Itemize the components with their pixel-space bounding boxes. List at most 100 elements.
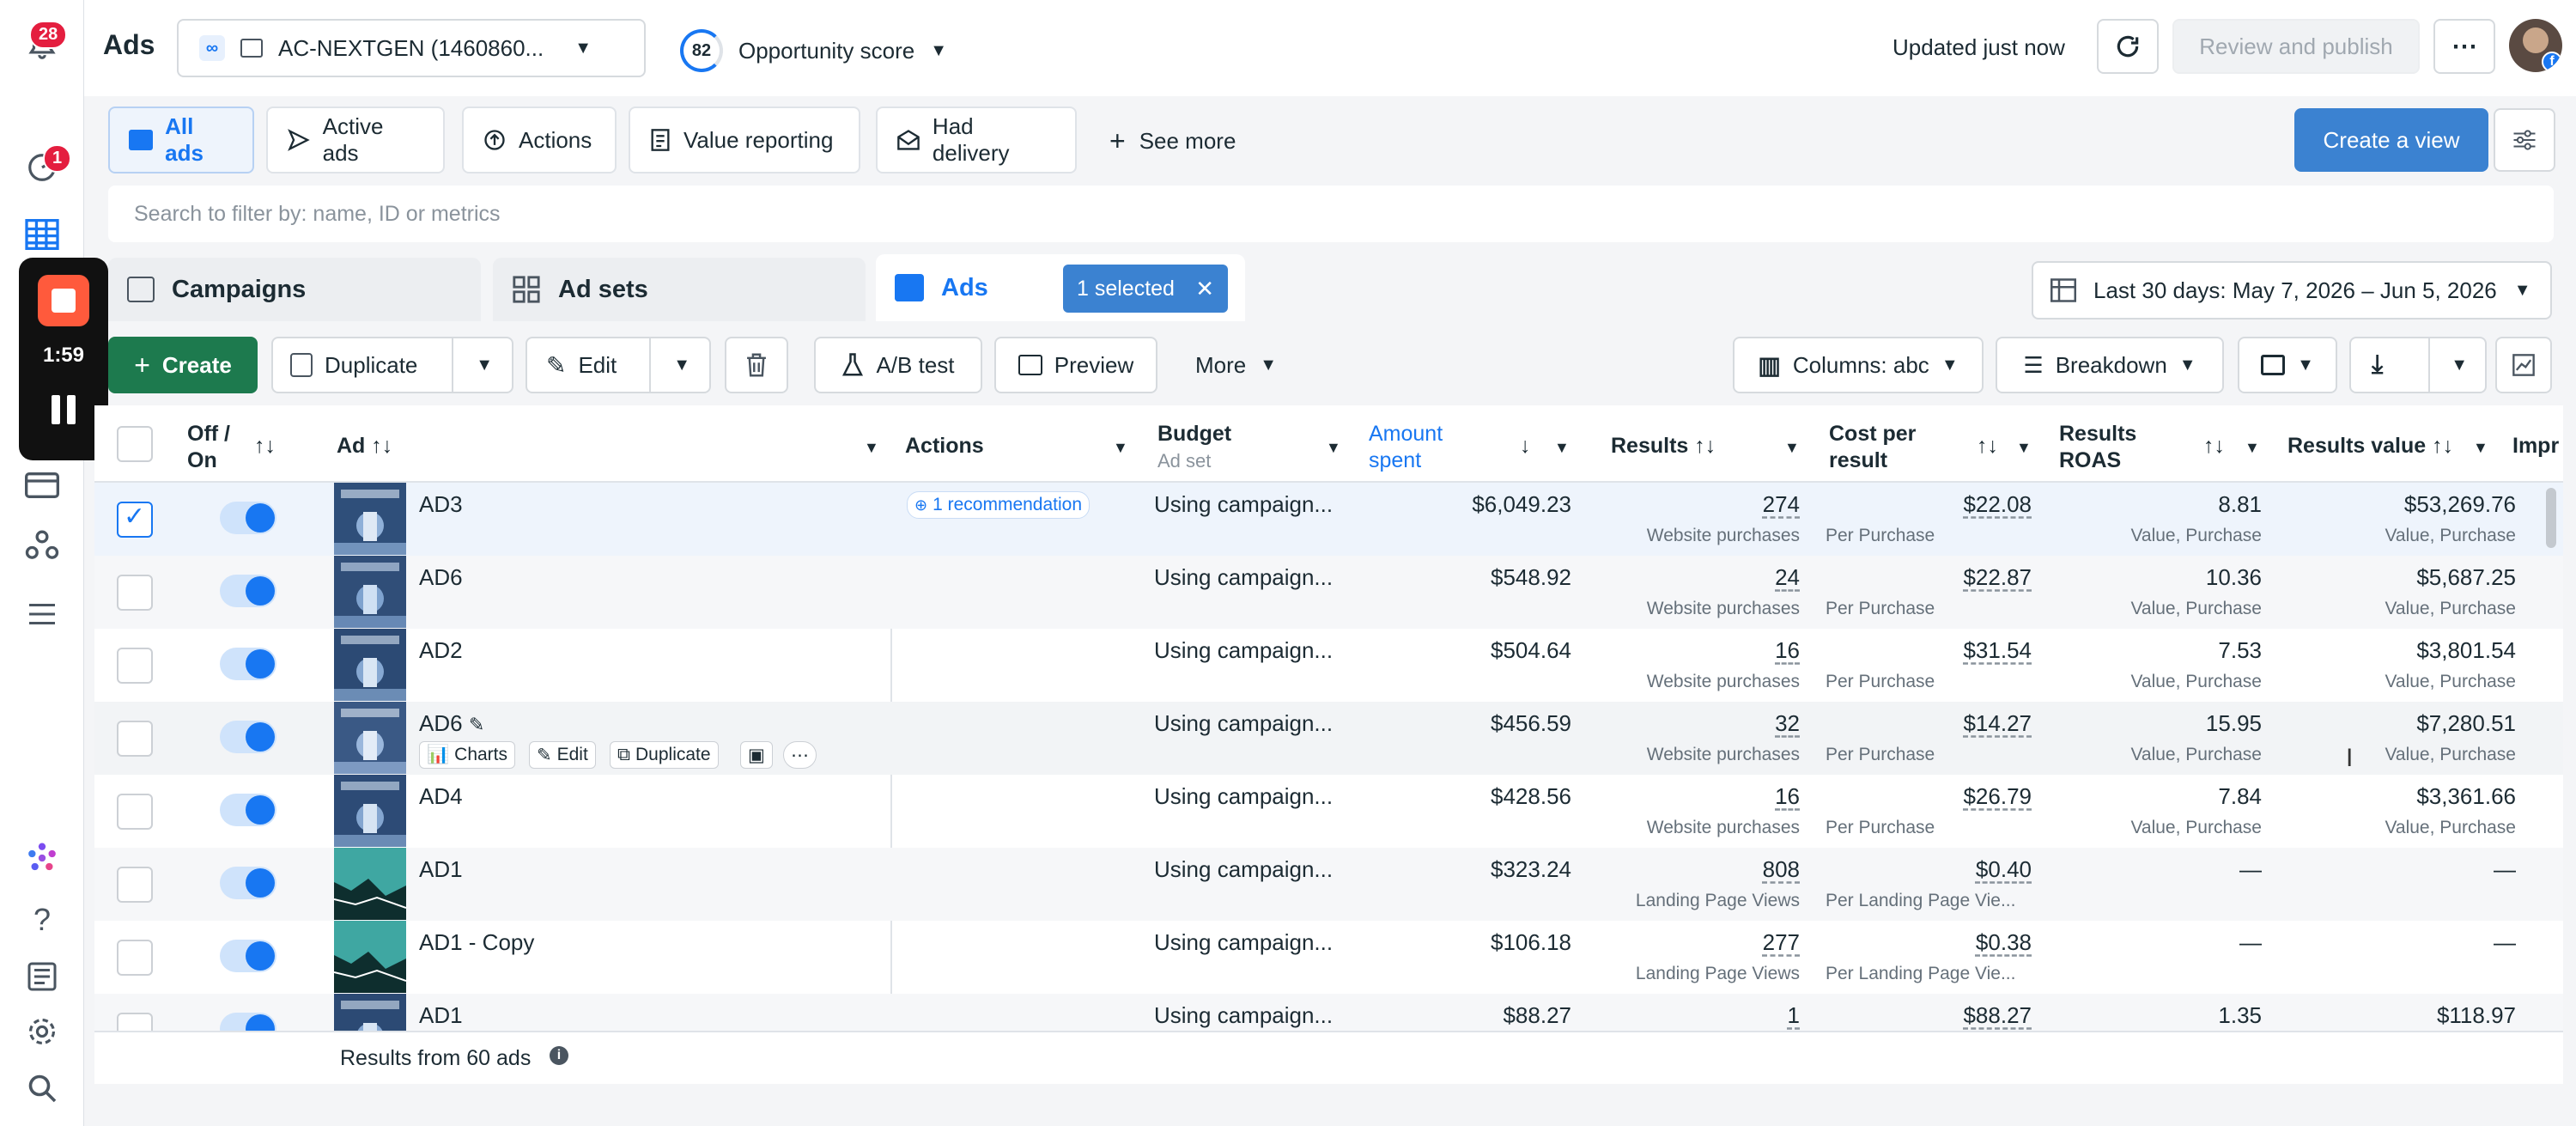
avatar[interactable]: f — [2509, 19, 2562, 72]
stop-recording-button[interactable] — [38, 275, 89, 326]
sort-descending-icon[interactable]: ↓ — [1520, 433, 1531, 460]
row-checkbox[interactable] — [117, 940, 153, 976]
cost-per-result-cell[interactable]: $31.54 — [1846, 637, 2032, 664]
chevron-down-icon[interactable]: ▼ — [1784, 435, 1800, 461]
pause-recording-button[interactable] — [52, 395, 76, 424]
column-header-budget[interactable]: Budget Ad set — [1157, 421, 1231, 474]
results-cell[interactable]: 277 — [1623, 929, 1800, 956]
ad-name[interactable]: AD1 - Copy — [419, 929, 534, 956]
reports-button[interactable]: ▼ — [2238, 337, 2337, 393]
billing-card-icon[interactable] — [22, 466, 62, 505]
column-header-impressions[interactable]: Impr — [2512, 433, 2559, 460]
column-header-results-value[interactable]: Results value ↑↓ — [2287, 433, 2453, 460]
chevron-down-icon[interactable]: ▼ — [2016, 435, 2032, 461]
ad-name[interactable]: AD3 — [419, 491, 463, 518]
tab-ad-sets[interactable]: Ad sets — [493, 258, 866, 321]
ad-on-off-toggle[interactable] — [220, 721, 276, 753]
tab-campaigns[interactable]: Campaigns — [108, 258, 481, 321]
view-tab-value-reporting[interactable]: Value reporting — [629, 107, 860, 173]
refresh-button[interactable] — [2097, 19, 2159, 74]
edit-name-pencil-icon[interactable]: ✎ — [469, 714, 484, 735]
more-button[interactable]: More ▼ — [1195, 352, 1277, 379]
row-checkbox[interactable] — [117, 575, 153, 611]
results-cell[interactable]: 32 — [1623, 710, 1800, 737]
row-checkbox[interactable] — [117, 794, 153, 830]
row-duplicate-button[interactable]: ⧉ Duplicate — [610, 741, 719, 769]
column-header-results[interactable]: Results ↑↓ — [1611, 433, 1716, 460]
create-view-button[interactable]: Create a view — [2294, 108, 2488, 172]
column-header-cost-per-result[interactable]: Cost per result — [1829, 421, 1916, 474]
ad-name[interactable]: AD1 — [419, 856, 463, 883]
cost-per-result-cell[interactable]: $88.27 — [1846, 1002, 2032, 1029]
chevron-down-icon[interactable]: ▼ — [1554, 435, 1570, 461]
ad-name[interactable]: AD4 — [419, 783, 463, 810]
ad-name[interactable]: AD6 ✎ — [419, 710, 484, 737]
view-tab-had-delivery[interactable]: Had delivery — [876, 107, 1077, 173]
row-edit-button[interactable]: ✎ Edit — [529, 741, 596, 769]
date-range-picker[interactable]: Last 30 days: May 7, 2026 – Jun 5, 2026 … — [2032, 261, 2552, 320]
ad-thumbnail[interactable] — [334, 848, 406, 920]
ad-thumbnail[interactable] — [334, 629, 406, 701]
table-row[interactable]: AD4 Using campaign... $428.56 16 Website… — [94, 775, 2563, 848]
row-checkbox[interactable] — [117, 867, 153, 903]
ads-manager-table-icon[interactable] — [22, 215, 62, 254]
results-cell[interactable]: 1 — [1623, 1002, 1800, 1029]
row-preview-button[interactable]: ▣ — [740, 741, 773, 769]
column-header-off-on[interactable]: Off / On — [187, 421, 230, 474]
duplicate-dropdown-chevron-icon[interactable]: ▼ — [452, 338, 493, 392]
breakdown-selector[interactable]: ☰ Breakdown ▼ — [1996, 337, 2224, 393]
delete-button[interactable] — [725, 337, 788, 393]
recommendation-chip[interactable]: ⊕ 1 recommendation — [907, 491, 1091, 519]
opportunity-score[interactable]: 82 Opportunity score ▼ — [680, 29, 947, 72]
table-row[interactable]: AD2 Using campaign... $504.64 16 Website… — [94, 629, 2563, 702]
cost-per-result-cell[interactable]: $0.38 — [1846, 929, 2032, 956]
select-all-checkbox[interactable] — [117, 426, 153, 462]
table-row[interactable]: AD1 - Copy Using campaign... $106.18 277… — [94, 921, 2563, 994]
chevron-down-icon[interactable]: ▼ — [2473, 435, 2488, 461]
row-checkbox[interactable] — [117, 648, 153, 684]
table-row[interactable]: AD1 Using campaign... $323.24 808 Landin… — [94, 848, 2563, 921]
edit-dropdown-chevron-icon[interactable]: ▼ — [649, 338, 690, 392]
vertical-scrollbar[interactable] — [2546, 488, 2556, 548]
cost-per-result-cell[interactable]: $26.79 — [1846, 783, 2032, 810]
ad-on-off-toggle[interactable] — [220, 867, 276, 899]
row-checkbox[interactable] — [117, 721, 153, 757]
ad-on-off-toggle[interactable] — [220, 575, 276, 607]
see-more-button[interactable]: + See more — [1109, 125, 1236, 157]
results-cell[interactable]: 16 — [1623, 637, 1800, 664]
view-tab-active-ads[interactable]: Active ads — [266, 107, 445, 173]
menu-icon[interactable] — [22, 594, 62, 634]
cost-per-result-cell[interactable]: $14.27 — [1846, 710, 2032, 737]
ad-thumbnail[interactable] — [334, 483, 406, 555]
ad-on-off-toggle[interactable] — [220, 940, 276, 972]
audiences-icon[interactable] — [22, 526, 62, 565]
ad-thumbnail[interactable] — [334, 775, 406, 847]
charts-toggle-button[interactable] — [2495, 337, 2552, 393]
ab-test-button[interactable]: A/B test — [814, 337, 982, 393]
ad-name[interactable]: AD6 — [419, 564, 463, 591]
ad-on-off-toggle[interactable] — [220, 648, 276, 680]
clear-selection-close-icon[interactable]: ✕ — [1195, 276, 1214, 302]
chevron-down-icon[interactable]: ▼ — [1113, 435, 1128, 461]
selected-count-chip[interactable]: 1 selected ✕ — [1063, 265, 1228, 313]
help-icon[interactable]: ? — [22, 900, 62, 940]
chevron-down-icon[interactable]: ▼ — [2245, 435, 2260, 461]
export-dropdown-chevron-icon[interactable]: ▼ — [2428, 338, 2468, 392]
row-more-button[interactable]: ⋯ — [783, 741, 817, 769]
more-options-button[interactable]: ⋯ — [2433, 19, 2495, 74]
column-header-ad[interactable]: Ad ↑↓ — [337, 433, 392, 460]
chevron-down-icon[interactable]: ▼ — [1326, 435, 1341, 461]
row-charts-button[interactable]: 📊 Charts — [419, 741, 516, 769]
ad-name[interactable]: AD1 — [419, 1002, 463, 1029]
create-button[interactable]: + Create — [108, 337, 258, 393]
results-cell[interactable]: 24 — [1623, 564, 1800, 591]
duplicate-button[interactable]: Duplicate ▼ — [271, 337, 513, 393]
cost-per-result-cell[interactable]: $22.08 — [1846, 491, 2032, 518]
row-checkbox[interactable]: ✓ — [117, 502, 153, 538]
cost-per-result-cell[interactable]: $0.40 — [1846, 856, 2032, 883]
view-tab-all-ads[interactable]: All ads — [108, 107, 254, 173]
edit-button[interactable]: ✎ Edit ▼ — [526, 337, 711, 393]
ad-thumbnail[interactable] — [334, 921, 406, 993]
review-publish-button[interactable]: Review and publish — [2172, 19, 2420, 74]
meta-ai-icon[interactable] — [22, 838, 62, 878]
